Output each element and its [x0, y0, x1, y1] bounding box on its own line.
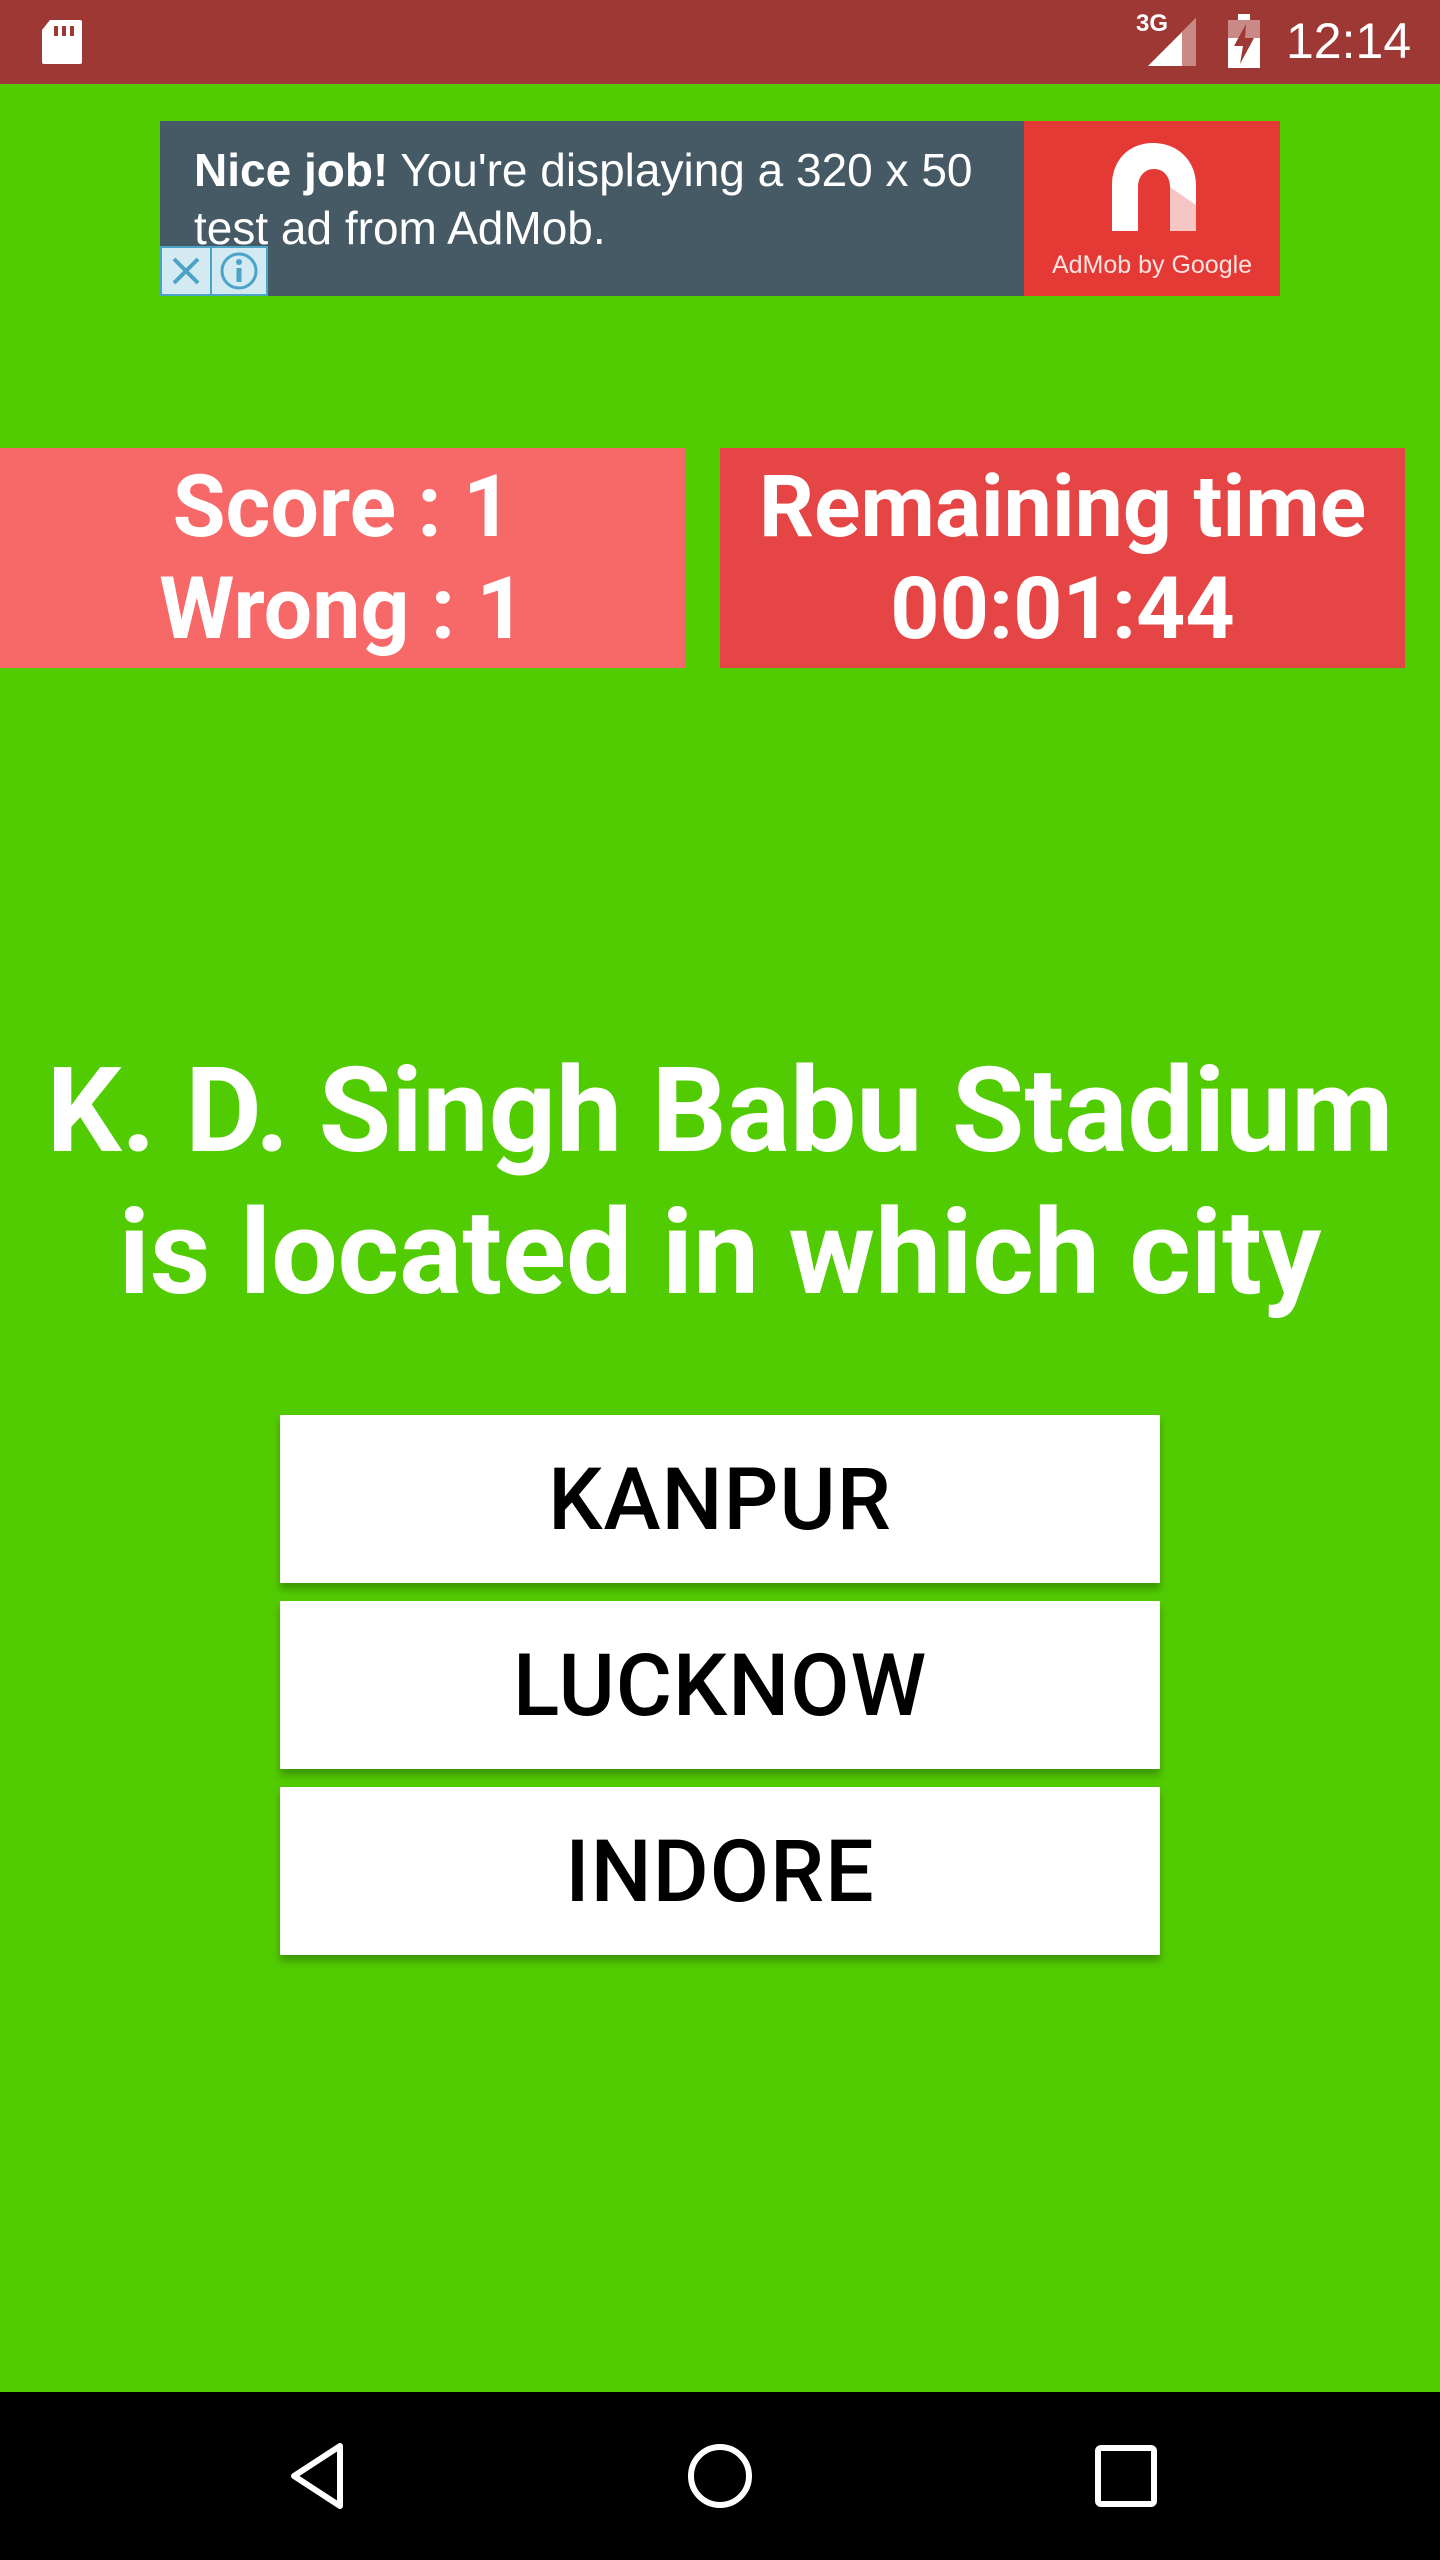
- back-icon[interactable]: [280, 2436, 360, 2516]
- answer-button-lucknow[interactable]: LUCKNOW: [280, 1601, 1160, 1769]
- wrong-text: Wrong : 1: [159, 558, 526, 659]
- status-time: 12:14: [1286, 13, 1412, 69]
- ad-text: Nice job! You're displaying a 320 x 50 t…: [194, 141, 1034, 257]
- timer-value: 00:01:44: [890, 558, 1235, 659]
- signal-icon: [1148, 18, 1196, 66]
- score-panel: Score : 1 Wrong : 1: [0, 448, 685, 668]
- navigation-bar: [0, 2392, 1440, 2560]
- status-bar: 3G 12:14: [0, 0, 1440, 84]
- question-line-2: is located in which city: [118, 1184, 1322, 1322]
- question-text: K. D. Singh Babu Stadium is located in w…: [0, 1040, 1440, 1324]
- sd-card-icon: [42, 20, 82, 64]
- timer-label: Remaining time: [758, 456, 1367, 557]
- battery-charging-icon: [1228, 14, 1260, 68]
- timer-panel: Remaining time 00:01:44: [720, 448, 1405, 668]
- admob-logo-block: AdMob by Google: [1024, 121, 1280, 296]
- question-line-1: K. D. Singh Babu Stadium: [46, 1042, 1394, 1180]
- ad-headline-bold: Nice job!: [194, 144, 389, 196]
- info-icon[interactable]: [212, 246, 268, 296]
- close-icon[interactable]: [160, 246, 212, 296]
- admob-caption: AdMob by Google: [1051, 251, 1253, 279]
- home-icon[interactable]: [680, 2436, 760, 2516]
- admob-logo-icon: [1112, 143, 1196, 231]
- answer-button-kanpur[interactable]: KANPUR: [280, 1415, 1160, 1583]
- score-text: Score : 1: [172, 456, 513, 557]
- ad-banner[interactable]: Nice job! You're displaying a 320 x 50 t…: [160, 121, 1280, 296]
- recents-icon[interactable]: [1086, 2436, 1166, 2516]
- answer-button-indore[interactable]: INDORE: [280, 1787, 1160, 1955]
